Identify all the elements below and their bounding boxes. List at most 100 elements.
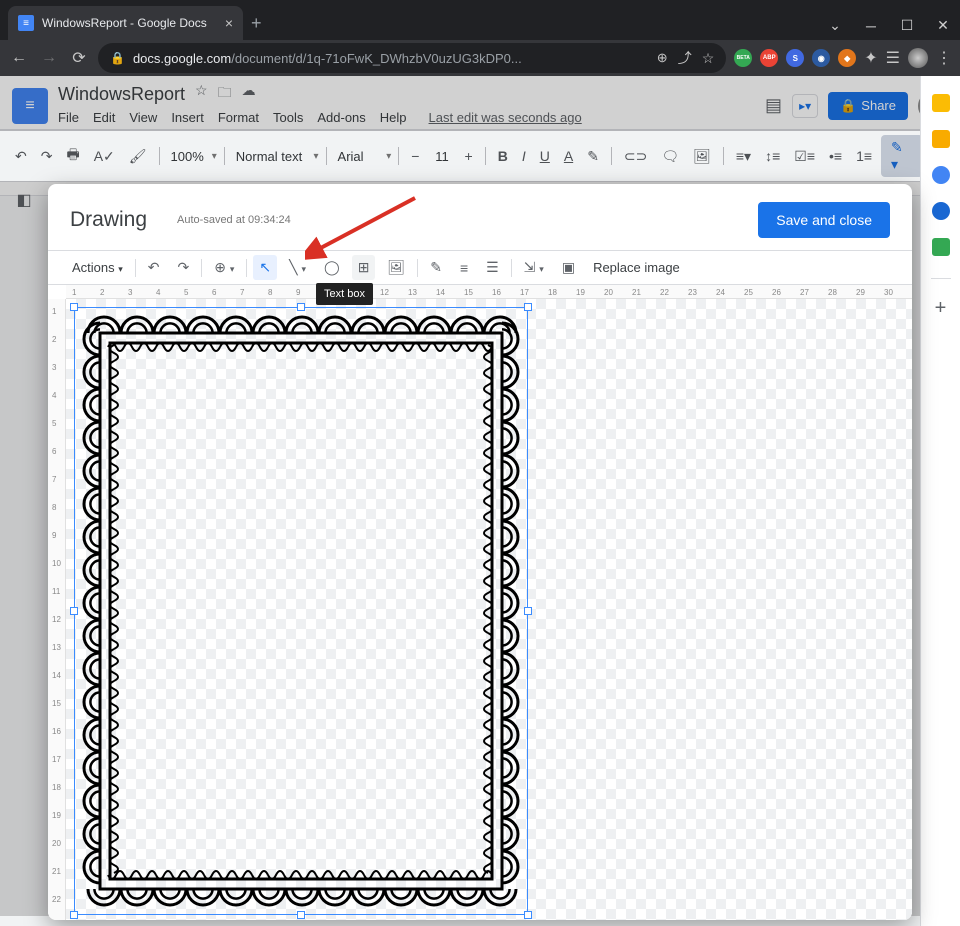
profile-avatar[interactable]: [908, 48, 928, 68]
close-tab-icon[interactable]: ×: [225, 15, 233, 31]
drawing-canvas[interactable]: [66, 299, 912, 920]
menu-insert[interactable]: Insert: [171, 110, 204, 125]
zoom-button[interactable]: ⊕ ▾: [208, 255, 240, 280]
mask-button[interactable]: ▣: [556, 255, 581, 280]
image-button[interactable]: 🖼: [688, 145, 716, 168]
resize-handle-mr[interactable]: [524, 607, 532, 615]
browser-tab[interactable]: ≡ WindowsReport - Google Docs ×: [8, 6, 243, 40]
comments-icon[interactable]: ▤: [765, 95, 782, 116]
font-size-minus[interactable]: −: [406, 145, 424, 167]
nav-reload-icon[interactable]: ⟳: [68, 48, 90, 68]
align-button[interactable]: ≡▾: [731, 145, 756, 168]
reading-list-icon[interactable]: ☰: [886, 48, 900, 68]
menu-format[interactable]: Format: [218, 110, 259, 125]
resize-handle-tm[interactable]: [297, 303, 305, 311]
crop-button[interactable]: ⇲ ▾: [518, 255, 550, 280]
resize-handle-bl[interactable]: [70, 911, 78, 919]
bullet-list-button[interactable]: •≡: [824, 145, 847, 167]
save-and-close-button[interactable]: Save and close: [758, 202, 890, 238]
outline-toggle-button[interactable]: ◧: [10, 186, 38, 214]
replace-image-button[interactable]: Replace image: [587, 256, 686, 279]
docs-logo[interactable]: ≡: [12, 88, 48, 124]
window-expand-icon[interactable]: ⌄: [826, 17, 844, 34]
resize-handle-tr[interactable]: [524, 303, 532, 311]
document-name[interactable]: WindowsReport: [58, 84, 185, 105]
move-icon[interactable]: 🗀: [218, 82, 232, 106]
spellcheck-button[interactable]: A✓: [89, 145, 120, 168]
border-dash-button[interactable]: ☰: [480, 255, 505, 280]
window-minimize-icon[interactable]: ─: [862, 18, 880, 34]
menu-view[interactable]: View: [129, 110, 157, 125]
highlight-button[interactable]: ✎: [582, 145, 604, 168]
paint-format-button[interactable]: 🖌: [124, 145, 152, 168]
number-list-button[interactable]: 1≡: [851, 145, 877, 167]
window-close-icon[interactable]: ✕: [934, 17, 952, 34]
resize-handle-ml[interactable]: [70, 607, 78, 615]
shape-tool[interactable]: ◯: [318, 255, 346, 280]
menu-addons[interactable]: Add-ons: [317, 110, 365, 125]
bold-button[interactable]: B: [493, 145, 513, 167]
ext-fox-icon[interactable]: ◆: [838, 49, 856, 67]
menu-edit[interactable]: Edit: [93, 110, 115, 125]
address-row: ← → ⟳ 🔒 docs.google.com/document/d/1q-71…: [0, 40, 960, 76]
maps-icon[interactable]: [932, 238, 950, 256]
select-tool[interactable]: ↖: [253, 255, 277, 280]
extensions-icon[interactable]: ✦: [864, 48, 877, 68]
italic-button[interactable]: I: [517, 145, 531, 167]
zoom-select[interactable]: 100%: [167, 147, 208, 166]
tasks-icon[interactable]: [932, 166, 950, 184]
menu-file[interactable]: File: [58, 110, 79, 125]
undo-button[interactable]: ↶: [10, 145, 32, 168]
resize-handle-bm[interactable]: [297, 911, 305, 919]
present-button[interactable]: ▸▾: [792, 94, 818, 118]
add-addon-button[interactable]: +: [935, 297, 947, 320]
underline-button[interactable]: U: [535, 145, 555, 167]
line-spacing-button[interactable]: ↕≡: [760, 145, 785, 167]
contacts-icon[interactable]: [932, 202, 950, 220]
ext-s-icon[interactable]: S: [786, 49, 804, 67]
last-edit-text[interactable]: Last edit was seconds ago: [429, 110, 582, 125]
ext-robot-icon[interactable]: ◉: [812, 49, 830, 67]
border-weight-button[interactable]: ≡: [454, 256, 474, 280]
text-color-button[interactable]: A: [559, 145, 578, 167]
link-button[interactable]: ⊂⊃: [619, 145, 652, 168]
actions-menu[interactable]: Actions ▾: [66, 256, 129, 279]
print-button[interactable]: 🖶: [61, 141, 84, 171]
font-select[interactable]: Arial: [334, 147, 383, 166]
font-size-input[interactable]: 11: [428, 149, 455, 164]
nav-back-icon[interactable]: ←: [8, 49, 30, 67]
style-select[interactable]: Normal text: [232, 147, 310, 166]
address-bar[interactable]: 🔒 docs.google.com/document/d/1q-71oFwK_D…: [98, 43, 726, 73]
ext-abp-icon[interactable]: ABP: [760, 49, 778, 67]
keep-icon[interactable]: [932, 130, 950, 148]
menu-help[interactable]: Help: [380, 110, 407, 125]
new-tab-button[interactable]: +: [243, 13, 270, 40]
editing-mode-button[interactable]: ✎ ▾: [881, 135, 923, 177]
selection-box[interactable]: [74, 307, 528, 915]
window-controls: ⌄ ─ ☐ ✕: [826, 17, 952, 40]
menu-tools[interactable]: Tools: [273, 110, 303, 125]
cloud-status-icon: ☁: [242, 82, 256, 106]
side-panel: +: [920, 76, 960, 926]
redo-button[interactable]: ↷: [172, 255, 196, 280]
window-maximize-icon[interactable]: ☐: [898, 17, 916, 34]
redo-button[interactable]: ↷: [36, 145, 58, 168]
star-icon[interactable]: ☆: [195, 82, 208, 106]
comment-button[interactable]: 🗨: [656, 145, 684, 168]
image-tool[interactable]: 🖼: [381, 255, 411, 280]
calendar-icon[interactable]: [932, 94, 950, 112]
resize-handle-br[interactable]: [524, 911, 532, 919]
share-url-icon[interactable]: ⤴: [678, 48, 692, 68]
ext-beta-icon[interactable]: BETA: [734, 49, 752, 67]
border-color-button[interactable]: ✎: [424, 255, 448, 280]
textbox-tool[interactable]: ⊞: [352, 255, 376, 280]
bookmark-icon[interactable]: ☆: [702, 50, 715, 67]
share-button[interactable]: 🔒Share: [828, 92, 908, 120]
undo-button[interactable]: ↶: [142, 255, 166, 280]
font-size-plus[interactable]: +: [460, 145, 478, 167]
zoom-icon[interactable]: ⊕: [657, 50, 668, 66]
resize-handle-tl[interactable]: [70, 303, 78, 311]
browser-menu-icon[interactable]: ⋮: [936, 48, 952, 68]
line-tool[interactable]: ╲ ▾: [283, 255, 312, 280]
checklist-button[interactable]: ☑≡: [789, 145, 820, 168]
